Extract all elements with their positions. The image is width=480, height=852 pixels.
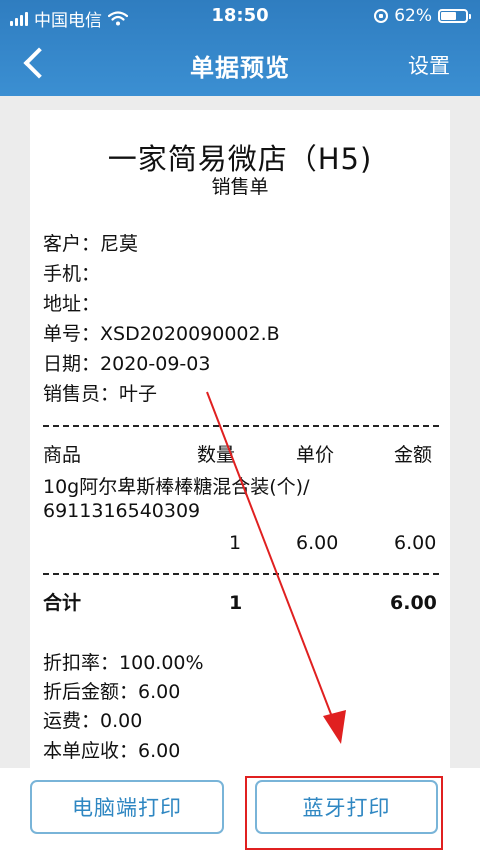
info-label: 地址： (43, 293, 101, 315)
total-amount: 6.00 (390, 592, 437, 614)
orientation-lock-icon (374, 9, 389, 23)
summary-label: 折扣率： (43, 652, 120, 674)
info-customer: 客户：尼莫 (43, 233, 138, 255)
summary-value: 6.00 (138, 681, 181, 703)
battery-icon (438, 9, 471, 23)
divider (43, 425, 439, 427)
summary-label: 本单应收： (43, 740, 139, 762)
pc-print-button[interactable]: 电脑端打印 (30, 780, 224, 834)
document-type: 销售单 (211, 176, 269, 198)
bluetooth-print-button[interactable]: 蓝牙打印 (255, 780, 438, 834)
header-quantity: 数量 (197, 444, 236, 466)
info-value: 尼莫 (100, 233, 139, 255)
total-quantity: 1 (229, 592, 243, 614)
info-label: 销售员： (43, 383, 120, 405)
summary-discounted-amount: 折后金额：6.00 (43, 681, 180, 703)
status-bar: 中国电信 18:50 62% (0, 0, 480, 34)
info-value: XSD2020090002.B (100, 323, 280, 345)
info-order-number: 单号：XSD2020090002.B (43, 323, 280, 345)
battery-percent: 62% (394, 6, 432, 26)
info-salesperson: 销售员：叶子 (43, 383, 157, 405)
divider (43, 573, 439, 575)
info-label: 日期： (43, 353, 101, 375)
header-unit-price: 单价 (296, 444, 335, 466)
summary-value: 6.00 (138, 740, 181, 762)
summary-label: 折后金额： (43, 681, 139, 703)
item-amount: 6.00 (394, 532, 437, 554)
summary-discount-rate: 折扣率：100.00% (43, 652, 204, 674)
receipt-preview: 一家简易微店（H5) 销售单 客户：尼莫 手机： 地址： 单号：XSD20200… (30, 110, 450, 790)
header-product: 商品 (43, 444, 82, 466)
summary-label: 运费： (43, 710, 101, 732)
bottom-action-bar: 电脑端打印 蓝牙打印 (0, 768, 480, 852)
info-address: 地址： (43, 293, 100, 315)
summary-value: 100.00% (119, 652, 204, 674)
info-date: 日期：2020-09-03 (43, 353, 210, 375)
info-phone: 手机： (43, 263, 100, 285)
summary-shipping: 运费：0.00 (43, 710, 142, 732)
item-unit-price: 6.00 (296, 532, 339, 554)
info-value: 叶子 (119, 383, 158, 405)
item-quantity: 1 (229, 532, 242, 554)
header: 中国电信 18:50 62% 单据预览 设置 (0, 0, 480, 96)
status-right: 62% (374, 6, 471, 26)
settings-button[interactable]: 设置 (408, 50, 450, 80)
nav-bar: 单据预览 设置 (0, 34, 480, 96)
info-label: 客户： (43, 233, 101, 255)
summary-value: 0.00 (100, 710, 143, 732)
total-label: 合计 (43, 592, 82, 614)
item-name: 10g阿尔卑斯棒棒糖混合装(个)/ (43, 476, 310, 498)
info-value: 2020-09-03 (100, 353, 211, 375)
info-label: 单号： (43, 323, 101, 345)
summary-receivable: 本单应收：6.00 (43, 740, 180, 762)
item-barcode: 6911316540309 (43, 500, 201, 522)
info-label: 手机： (43, 263, 101, 285)
header-amount: 金额 (394, 444, 433, 466)
